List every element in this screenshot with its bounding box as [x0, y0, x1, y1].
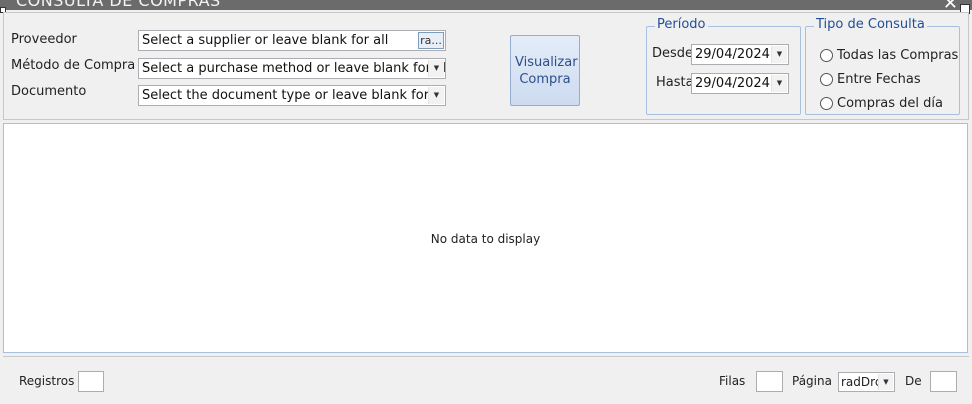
- to-label: Hasta: [656, 75, 694, 90]
- document-placeholder: Select the document type or leave blank …: [142, 88, 446, 103]
- period-title: Período: [655, 17, 708, 32]
- query-type-group: Tipo de Consulta Todas las Compras Entre…: [805, 17, 960, 115]
- document-select[interactable]: Select the document type or leave blank …: [138, 85, 446, 106]
- from-date-field[interactable]: 29/04/2024 ▼: [691, 44, 789, 65]
- to-date-field[interactable]: 29/04/2024 ▼: [691, 73, 789, 94]
- empty-grid-message: No data to display: [430, 232, 541, 246]
- results-grid[interactable]: No data to display: [3, 123, 968, 353]
- chevron-down-icon[interactable]: ▼: [428, 87, 444, 104]
- rows-field[interactable]: [756, 371, 783, 392]
- window-title: CONSULTA DE COMPRAS: [16, 0, 221, 10]
- page-label: Página: [792, 374, 832, 388]
- from-date-value: 29/04/2024: [695, 47, 770, 62]
- radio-circle-icon[interactable]: [820, 49, 833, 62]
- to-date-value: 29/04/2024: [695, 76, 770, 91]
- document-label: Documento: [11, 84, 87, 99]
- radio-all-purchases[interactable]: Todas las Compras: [820, 48, 958, 63]
- radio-circle-icon[interactable]: [820, 73, 833, 86]
- total-pages-field: [930, 371, 957, 392]
- radio-between-dates[interactable]: Entre Fechas: [820, 72, 921, 87]
- records-count-field: [78, 371, 104, 392]
- filter-panel: Proveedor Select a supplier or leave bla…: [3, 12, 969, 120]
- method-placeholder: Select a purchase method or leave blank …: [142, 61, 446, 76]
- method-select[interactable]: Select a purchase method or leave blank …: [138, 58, 446, 79]
- footer-panel: Registros Filas Página radDrc ▼ De: [3, 356, 969, 404]
- supplier-placeholder: Select a supplier or leave blank for all: [142, 33, 389, 48]
- chevron-down-icon[interactable]: ▼: [771, 75, 787, 92]
- supplier-browse-button[interactable]: ra...: [418, 32, 444, 49]
- rows-label: Filas: [719, 374, 746, 388]
- view-purchase-button[interactable]: Visualizar Compra: [510, 35, 580, 106]
- chevron-down-icon[interactable]: ▼: [428, 60, 444, 77]
- query-type-title: Tipo de Consulta: [814, 17, 927, 32]
- period-group: Período Desde 29/04/2024 ▼ Hasta 29/04/2…: [646, 17, 801, 115]
- radio-all-purchases-label: Todas las Compras: [837, 48, 959, 63]
- of-label: De: [905, 374, 922, 388]
- chevron-down-icon[interactable]: ▼: [878, 374, 893, 390]
- radio-today-purchases-label: Compras del día: [837, 96, 943, 111]
- radio-circle-icon[interactable]: [820, 97, 833, 110]
- radio-between-dates-label: Entre Fechas: [837, 72, 921, 87]
- records-label: Registros: [19, 374, 75, 388]
- view-purchase-label: Visualizar Compra: [515, 54, 578, 87]
- supplier-label: Proveedor: [11, 32, 77, 47]
- page-select-value: radDrc: [841, 375, 882, 389]
- from-label: Desde: [652, 46, 694, 61]
- title-bar: CONSULTA DE COMPRAS ✕: [0, 0, 972, 10]
- supplier-field[interactable]: Select a supplier or leave blank for all…: [138, 30, 446, 51]
- method-label: Método de Compra: [11, 58, 136, 73]
- chevron-down-icon[interactable]: ▼: [771, 46, 787, 63]
- radio-today-purchases[interactable]: Compras del día: [820, 96, 943, 111]
- page-select[interactable]: radDrc ▼: [838, 372, 895, 392]
- close-icon[interactable]: ✕: [943, 0, 958, 10]
